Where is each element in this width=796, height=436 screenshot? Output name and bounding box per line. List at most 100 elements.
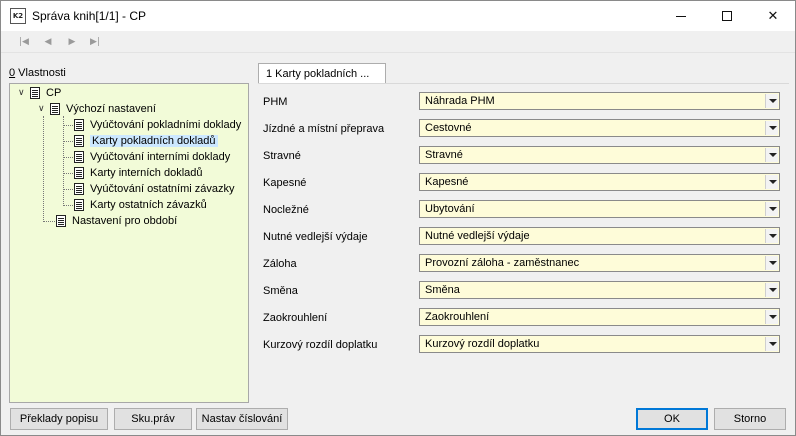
dropdown-arrow-icon[interactable] bbox=[765, 310, 778, 324]
tree-node-child[interactable]: Vyúčtování pokladními doklady bbox=[74, 117, 241, 133]
tree-connector bbox=[63, 125, 73, 126]
select-value: Provozní záloha - zaměstnanec bbox=[425, 257, 580, 269]
dropdown-arrow-icon[interactable] bbox=[765, 337, 778, 351]
tree-connector bbox=[43, 221, 55, 222]
minimize-button[interactable] bbox=[658, 1, 704, 31]
select-kapesne[interactable]: Kapesné bbox=[419, 173, 780, 191]
tree-connector bbox=[63, 116, 64, 206]
tree-connector bbox=[63, 189, 73, 190]
field-label-vedlejsi: Nutné vedlejší výdaje bbox=[263, 231, 368, 243]
field-label-stravne: Stravné bbox=[263, 150, 301, 162]
tree-node-label: CP bbox=[46, 87, 62, 99]
document-icon bbox=[74, 167, 84, 179]
tree-node-child[interactable]: Karty ostatních závazků bbox=[74, 197, 207, 213]
tree-node-label: Vyúčtování pokladními doklady bbox=[90, 119, 242, 131]
document-icon bbox=[50, 103, 60, 115]
close-icon: ✕ bbox=[767, 8, 779, 24]
numbering-button[interactable]: Nastav číslování bbox=[196, 408, 288, 430]
last-record-icon[interactable]: ▶| bbox=[88, 35, 102, 49]
select-value: Nutné vedlejší výdaje bbox=[425, 230, 530, 242]
dropdown-arrow-icon[interactable] bbox=[765, 148, 778, 162]
properties-label-text: Vlastnosti bbox=[15, 67, 66, 79]
first-record-icon[interactable]: |◀ bbox=[17, 35, 31, 49]
select-zaokrouhleni[interactable]: Zaokrouhlení bbox=[419, 308, 780, 326]
translations-button[interactable]: Překlady popisu bbox=[10, 408, 108, 430]
settings-tree[interactable]: ∨ CP ∨ Výchozí nastavení Vyúčtování pokl… bbox=[9, 83, 249, 403]
tab-cash-document-cards[interactable]: 1 Karty pokladních ... bbox=[258, 63, 386, 84]
tree-connector bbox=[63, 173, 73, 174]
dropdown-arrow-icon[interactable] bbox=[765, 175, 778, 189]
tree-node-label: Karty pokladních dokladů bbox=[90, 135, 218, 147]
tree-node-defaults[interactable]: ∨ Výchozí nastavení bbox=[38, 101, 156, 117]
tree-node-label: Nastavení pro období bbox=[72, 215, 178, 227]
record-navigation-bar: |◀ ◀ ▶ ▶| bbox=[1, 31, 795, 53]
tab-divider bbox=[258, 83, 789, 84]
maximize-icon bbox=[722, 11, 732, 21]
select-phm[interactable]: Náhrada PHM bbox=[419, 92, 780, 110]
field-label-smena: Směna bbox=[263, 285, 298, 297]
select-value: Cestovné bbox=[425, 122, 472, 134]
select-value: Stravné bbox=[425, 149, 463, 161]
tree-node-label: Karty interních dokladů bbox=[90, 167, 203, 179]
tree-node-label: Karty ostatních závazků bbox=[90, 199, 207, 211]
select-value: Náhrada PHM bbox=[425, 95, 495, 107]
collapse-chevron-icon[interactable]: ∨ bbox=[18, 88, 30, 98]
document-icon bbox=[30, 87, 40, 99]
next-record-icon[interactable]: ▶ bbox=[65, 35, 79, 49]
tree-node-child[interactable]: Vyúčtování interními doklady bbox=[74, 149, 230, 165]
tree-node-root[interactable]: ∨ CP bbox=[18, 85, 61, 101]
app-icon: K2 bbox=[10, 8, 26, 24]
select-value: Kurzový rozdíl doplatku bbox=[425, 338, 540, 350]
cancel-button[interactable]: Storno bbox=[714, 408, 786, 430]
select-zaloha[interactable]: Provozní záloha - zaměstnanec bbox=[419, 254, 780, 272]
access-rights-button[interactable]: Sku.práv bbox=[114, 408, 192, 430]
collapse-chevron-icon[interactable]: ∨ bbox=[38, 104, 50, 114]
document-icon bbox=[74, 135, 84, 147]
dropdown-arrow-icon[interactable] bbox=[765, 256, 778, 270]
select-noclezne[interactable]: Ubytování bbox=[419, 200, 780, 218]
select-stravne[interactable]: Stravné bbox=[419, 146, 780, 164]
tree-node-child[interactable]: Vyúčtování ostatními závazky bbox=[74, 181, 235, 197]
ok-button[interactable]: OK bbox=[636, 408, 708, 430]
minimize-icon bbox=[676, 15, 686, 17]
tree-node-child[interactable]: Karty interních dokladů bbox=[74, 165, 203, 181]
properties-label: 0 Vlastnosti bbox=[9, 67, 66, 79]
dropdown-arrow-icon[interactable] bbox=[765, 202, 778, 216]
previous-record-icon[interactable]: ◀ bbox=[41, 35, 55, 49]
field-label-kapesne: Kapesné bbox=[263, 177, 307, 189]
dropdown-arrow-icon[interactable] bbox=[765, 229, 778, 243]
close-button[interactable]: ✕ bbox=[750, 1, 796, 31]
document-icon bbox=[74, 183, 84, 195]
document-icon bbox=[74, 151, 84, 163]
tree-node-label: Výchozí nastavení bbox=[66, 103, 156, 115]
select-value: Kapesné bbox=[425, 176, 469, 188]
dropdown-arrow-icon[interactable] bbox=[765, 94, 778, 108]
document-icon bbox=[74, 119, 84, 131]
document-icon bbox=[74, 199, 84, 211]
tree-node-child-selected[interactable]: Karty pokladních dokladů bbox=[74, 133, 218, 149]
select-value: Směna bbox=[425, 284, 460, 296]
select-jizdne[interactable]: Cestovné bbox=[419, 119, 780, 137]
field-label-zaloha: Záloha bbox=[263, 258, 297, 270]
tree-node-label: Vyúčtování interními doklady bbox=[90, 151, 231, 163]
dropdown-arrow-icon[interactable] bbox=[765, 121, 778, 135]
field-label-zaokrouhleni: Zaokrouhlení bbox=[263, 312, 328, 324]
document-icon bbox=[56, 215, 66, 227]
field-label-jizdne: Jízdné a místní přeprava bbox=[263, 123, 385, 135]
select-smena[interactable]: Směna bbox=[419, 281, 780, 299]
field-label-kurzovy: Kurzový rozdíl doplatku bbox=[263, 339, 378, 351]
select-vedlejsi[interactable]: Nutné vedlejší výdaje bbox=[419, 227, 780, 245]
window-title: Správa knih[1/1] - CP bbox=[32, 9, 147, 23]
field-label-phm: PHM bbox=[263, 96, 288, 108]
tree-connector bbox=[43, 116, 44, 222]
select-value: Ubytování bbox=[425, 203, 475, 215]
tree-connector bbox=[63, 141, 73, 142]
tree-node-period[interactable]: Nastavení pro období bbox=[56, 213, 177, 229]
tree-connector bbox=[63, 157, 73, 158]
maximize-button[interactable] bbox=[704, 1, 750, 31]
dropdown-arrow-icon[interactable] bbox=[765, 283, 778, 297]
select-value: Zaokrouhlení bbox=[425, 311, 490, 323]
select-kurzovy[interactable]: Kurzový rozdíl doplatku bbox=[419, 335, 780, 353]
tree-connector bbox=[63, 205, 73, 206]
title-bar[interactable]: K2 Správa knih[1/1] - CP ✕ bbox=[1, 1, 795, 31]
